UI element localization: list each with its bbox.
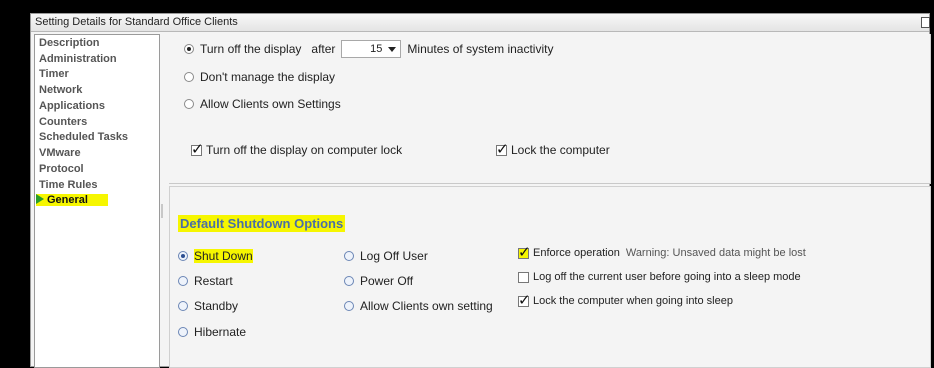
- sidebar-item-network[interactable]: Network: [39, 84, 82, 96]
- window-titlebar: Setting Details for Standard Office Clie…: [31, 14, 930, 32]
- sidebar-item-scheduled-tasks[interactable]: Scheduled Tasks: [39, 131, 128, 143]
- shutdown-radio[interactable]: [178, 251, 188, 261]
- chevron-down-icon: [388, 46, 397, 52]
- dont-manage-display-radio[interactable]: [184, 72, 194, 82]
- maximize-icon[interactable]: [921, 17, 930, 28]
- hibernate-label: Hibernate: [194, 325, 247, 339]
- warning-text: Warning: Unsaved data might be lost: [625, 247, 806, 259]
- standby-label: Standby: [194, 299, 239, 313]
- power-off-label: Power Off: [360, 274, 414, 288]
- allow-clients-setting-radio[interactable]: [344, 301, 354, 311]
- enforce-operation-label: Enforce operation: [533, 247, 620, 259]
- restart-radio[interactable]: [178, 276, 188, 286]
- sidebar-item-general[interactable]: General: [36, 194, 108, 206]
- turn-off-display-label: Turn off the display: [200, 42, 302, 56]
- minutes-suffix-label: Minutes of system inactivity: [407, 42, 554, 56]
- turn-off-on-lock-checkbox[interactable]: [191, 141, 204, 157]
- sidebar-item-description[interactable]: Description: [39, 37, 100, 49]
- lock-computer-label: Lock the computer: [511, 143, 610, 157]
- sidebar-item-administration[interactable]: Administration: [39, 53, 117, 65]
- after-label: after: [311, 42, 336, 56]
- minutes-value: 15: [370, 43, 383, 55]
- turn-off-on-lock-label: Turn off the display on computer lock: [206, 143, 403, 157]
- shutdown-label: Shut Down: [194, 249, 253, 263]
- logoff-user-radio[interactable]: [344, 251, 354, 261]
- section-title: Default Shutdown Options: [178, 215, 346, 232]
- display-settings-panel: Turn off the display after 15 Minutes of…: [169, 34, 931, 184]
- allow-clients-settings-radio[interactable]: [184, 99, 194, 109]
- logoff-user-label: Log Off User: [360, 249, 428, 263]
- standby-radio[interactable]: [178, 301, 188, 311]
- sidebar: Description Administration Timer Network…: [34, 34, 160, 368]
- shutdown-options-panel: Default Shutdown Options Shut Down Resta…: [169, 186, 931, 368]
- sidebar-item-time-rules[interactable]: Time Rules: [39, 179, 98, 191]
- power-off-radio[interactable]: [344, 276, 354, 286]
- sidebar-item-applications[interactable]: Applications: [39, 100, 105, 112]
- minutes-select[interactable]: 15: [341, 40, 402, 58]
- hibernate-radio[interactable]: [178, 327, 188, 337]
- sidebar-item-protocol[interactable]: Protocol: [39, 163, 84, 175]
- allow-clients-settings-label: Allow Clients own Settings: [200, 97, 341, 111]
- sidebar-item-vmware[interactable]: VMware: [39, 147, 81, 159]
- lock-computer-checkbox[interactable]: [496, 141, 509, 157]
- logoff-before-sleep-label: Log off the current user before going in…: [533, 271, 801, 283]
- turn-off-display-radio[interactable]: [184, 44, 194, 54]
- dont-manage-display-label: Don't manage the display: [200, 70, 336, 84]
- logoff-before-sleep-checkbox[interactable]: [518, 271, 529, 283]
- sidebar-item-counters[interactable]: Counters: [39, 116, 87, 128]
- lock-when-sleep-checkbox[interactable]: [518, 292, 531, 308]
- enforce-operation-checkbox[interactable]: [518, 244, 531, 260]
- sidebar-item-timer[interactable]: Timer: [39, 68, 69, 80]
- sidebar-item-general-label: General: [47, 194, 88, 206]
- settings-window: Setting Details for Standard Office Clie…: [30, 13, 931, 368]
- sidebar-splitter[interactable]: [161, 204, 163, 218]
- restart-label: Restart: [194, 274, 233, 288]
- window-title: Setting Details for Standard Office Clie…: [35, 16, 238, 28]
- selected-arrow-icon: [36, 194, 44, 204]
- lock-when-sleep-label: Lock the computer when going into sleep: [533, 295, 733, 307]
- allow-clients-setting-label: Allow Clients own setting: [360, 299, 493, 313]
